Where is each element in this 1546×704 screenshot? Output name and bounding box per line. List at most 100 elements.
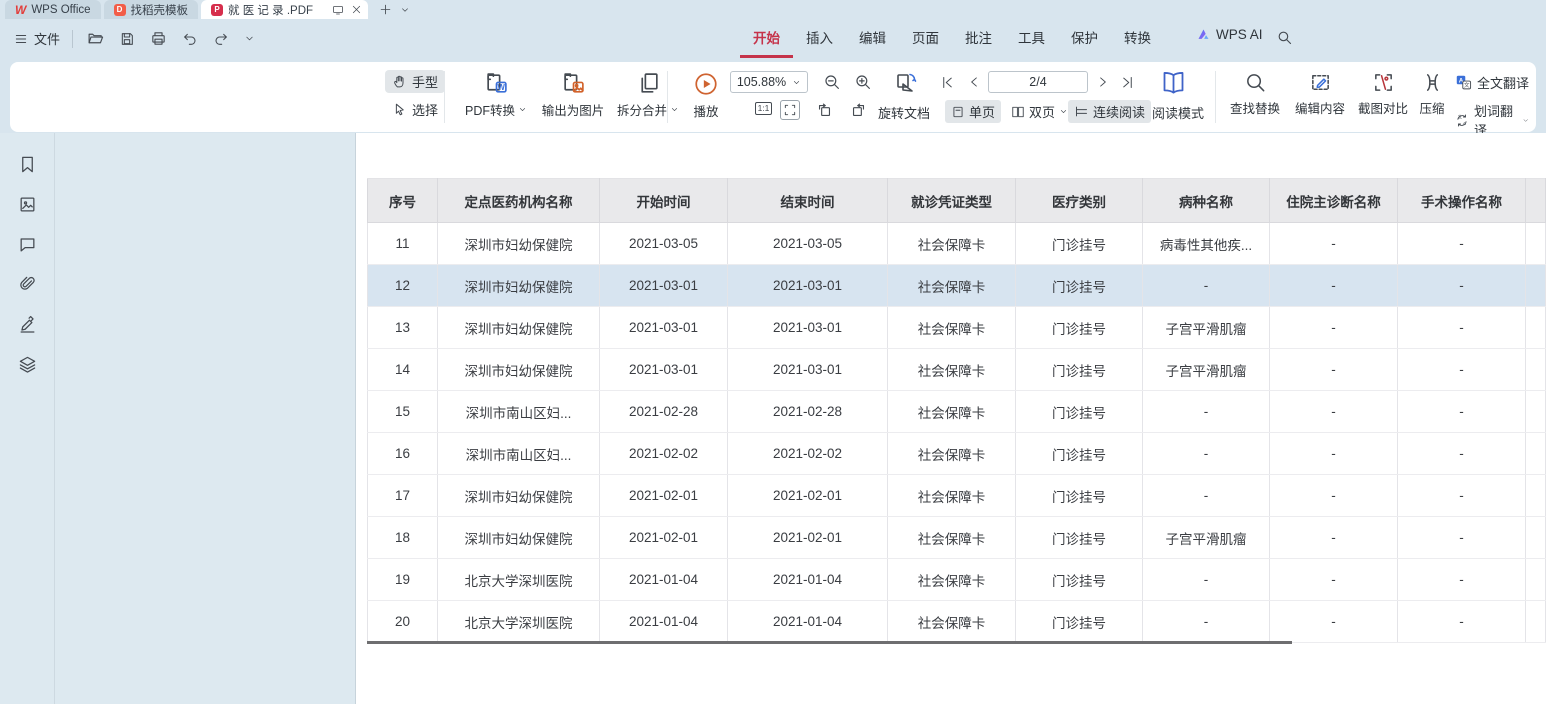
save-icon[interactable] xyxy=(119,31,135,47)
zoom-in-icon[interactable] xyxy=(854,73,872,91)
table-cell: 2021-03-05 xyxy=(728,223,888,265)
table-cell: 社会保障卡 xyxy=(888,475,1016,517)
table-cell: 2021-03-01 xyxy=(600,349,728,391)
ribbon-tab-编辑[interactable]: 编辑 xyxy=(846,22,899,58)
continuous-reading-button[interactable]: 连续阅读 xyxy=(1068,100,1151,123)
bookmark-icon[interactable] xyxy=(18,155,37,174)
screenshot-compare-button[interactable]: 截图对比 xyxy=(1352,71,1414,117)
rotate-document-button[interactable]: 旋转文档 xyxy=(878,103,930,122)
tab-docer[interactable]: D 找稻壳模板 xyxy=(104,0,199,19)
actual-size-button[interactable]: 1:1 xyxy=(755,102,772,115)
table-cell: 2021-03-01 xyxy=(728,307,888,349)
edit-content-button[interactable]: 编辑内容 xyxy=(1287,71,1353,117)
find-replace-button[interactable]: 查找替换 xyxy=(1222,71,1288,117)
table-cell: 门诊挂号 xyxy=(1016,517,1143,559)
ribbon-tab-批注[interactable]: 批注 xyxy=(952,22,1005,58)
continuous-reading-icon xyxy=(1074,104,1089,119)
cursor-icon xyxy=(392,102,407,117)
pdf-page[interactable]: 序号定点医药机构名称开始时间结束时间就诊凭证类型医疗类别病种名称住院主诊断名称手… xyxy=(356,133,1546,704)
table-cell: 深圳市妇幼保健院 xyxy=(438,517,600,559)
table-cell: 2021-02-01 xyxy=(728,517,888,559)
ribbon-tab-开始[interactable]: 开始 xyxy=(740,22,793,58)
column-header: 定点医药机构名称 xyxy=(438,179,600,223)
file-menu-button[interactable]: 文件 xyxy=(0,29,72,48)
table-body: 11深圳市妇幼保健院2021-03-052021-03-05社会保障卡门诊挂号病… xyxy=(368,223,1546,643)
ribbon-tab-保护[interactable]: 保护 xyxy=(1058,22,1111,58)
tab-wps-office[interactable]: W WPS Office xyxy=(5,0,101,19)
redo-icon[interactable] xyxy=(213,31,229,47)
navigation-panel[interactable] xyxy=(55,133,356,704)
table-cell: - xyxy=(1398,265,1526,307)
ribbon-tab-转换[interactable]: 转换 xyxy=(1111,22,1164,58)
attachment-icon[interactable] xyxy=(18,275,37,294)
ribbon-search-icon[interactable] xyxy=(1276,29,1293,46)
ribbon-tab-页面[interactable]: 页面 xyxy=(899,22,952,58)
previous-page-button[interactable] xyxy=(967,75,981,89)
table-cell: 子宫平滑肌瘤 xyxy=(1143,349,1270,391)
table-cell xyxy=(1526,475,1546,517)
export-image-button[interactable]: 输出为图片 xyxy=(534,71,612,119)
table-cell: - xyxy=(1270,223,1398,265)
tab-document[interactable]: P 就 医 记 录 .PDF xyxy=(201,0,368,19)
edit-content-label: 编辑内容 xyxy=(1295,98,1345,117)
quick-access-toolbar xyxy=(73,30,269,47)
double-page-button[interactable]: 双页 xyxy=(1005,100,1074,123)
signature-icon[interactable] xyxy=(18,315,37,334)
full-text-translate-button[interactable]: A文 全文翻译 xyxy=(1448,71,1536,94)
open-file-icon[interactable] xyxy=(87,30,104,47)
ribbon-tab-工具[interactable]: 工具 xyxy=(1005,22,1058,58)
fit-page-button[interactable] xyxy=(780,100,800,120)
table-cell: 2021-01-04 xyxy=(728,601,888,643)
new-tab-button[interactable] xyxy=(379,3,392,16)
column-header xyxy=(1526,179,1546,223)
table-cell xyxy=(1526,601,1546,643)
table-row: 12深圳市妇幼保健院2021-03-012021-03-01社会保障卡门诊挂号-… xyxy=(368,265,1546,307)
wps-ai-button[interactable]: WPS AI xyxy=(1196,27,1263,42)
chevron-down-icon xyxy=(518,105,527,114)
ribbon-tab-插入[interactable]: 插入 xyxy=(793,22,846,58)
medical-records-table: 序号定点医药机构名称开始时间结束时间就诊凭证类型医疗类别病种名称住院主诊断名称手… xyxy=(367,178,1546,643)
print-icon[interactable] xyxy=(150,30,167,47)
select-tool-button[interactable]: 选择 xyxy=(385,98,445,121)
pdf-convert-button[interactable]: W PDF转换 xyxy=(455,71,537,119)
table-cell: 门诊挂号 xyxy=(1016,349,1143,391)
table-header-row: 序号定点医药机构名称开始时间结束时间就诊凭证类型医疗类别病种名称住院主诊断名称手… xyxy=(368,179,1546,223)
table-cell: 门诊挂号 xyxy=(1016,307,1143,349)
continuous-reading-label: 连续阅读 xyxy=(1093,102,1145,121)
tab-list-chevron-icon[interactable] xyxy=(400,5,410,15)
table-cell: 2021-03-01 xyxy=(728,265,888,307)
table-cell: - xyxy=(1398,307,1526,349)
find-replace-icon xyxy=(1244,71,1267,94)
next-page-button[interactable] xyxy=(1096,75,1110,89)
table-cell: 门诊挂号 xyxy=(1016,433,1143,475)
table-cell: - xyxy=(1270,433,1398,475)
page-number-input[interactable]: 2/4 xyxy=(988,71,1088,93)
rotate-pages-icon[interactable] xyxy=(894,71,918,95)
single-page-button[interactable]: 单页 xyxy=(945,100,1001,123)
zoom-out-icon[interactable] xyxy=(823,73,841,91)
reading-mode-icon[interactable] xyxy=(1160,69,1187,96)
zoom-level-select[interactable]: 105.88% xyxy=(730,71,808,93)
file-menu-label: 文件 xyxy=(34,29,60,48)
split-merge-button[interactable]: 拆分合并 xyxy=(610,71,686,119)
rotate-left-icon[interactable] xyxy=(816,102,833,119)
layers-icon[interactable] xyxy=(18,355,37,374)
last-page-button[interactable] xyxy=(1120,75,1135,90)
first-page-button[interactable] xyxy=(940,75,955,90)
compress-label: 压缩 xyxy=(1419,98,1444,117)
column-header: 就诊凭证类型 xyxy=(888,179,1016,223)
table-cell xyxy=(1526,349,1546,391)
full-text-translate-icon: A文 xyxy=(1455,74,1472,91)
undo-icon[interactable] xyxy=(182,31,198,47)
close-tab-icon[interactable] xyxy=(351,4,362,15)
quick-access-chevron-icon[interactable] xyxy=(244,33,255,44)
rotate-right-icon[interactable] xyxy=(850,102,867,119)
thumbnails-icon[interactable] xyxy=(18,195,37,214)
present-to-screen-icon[interactable] xyxy=(332,4,344,16)
play-button[interactable]: 播放 xyxy=(678,71,734,120)
table-cell: 13 xyxy=(368,307,438,349)
reading-mode-button[interactable]: 阅读模式 xyxy=(1152,103,1204,122)
hand-tool-button[interactable]: 手型 xyxy=(385,70,445,93)
table-cell: 门诊挂号 xyxy=(1016,475,1143,517)
comment-icon[interactable] xyxy=(18,235,37,254)
